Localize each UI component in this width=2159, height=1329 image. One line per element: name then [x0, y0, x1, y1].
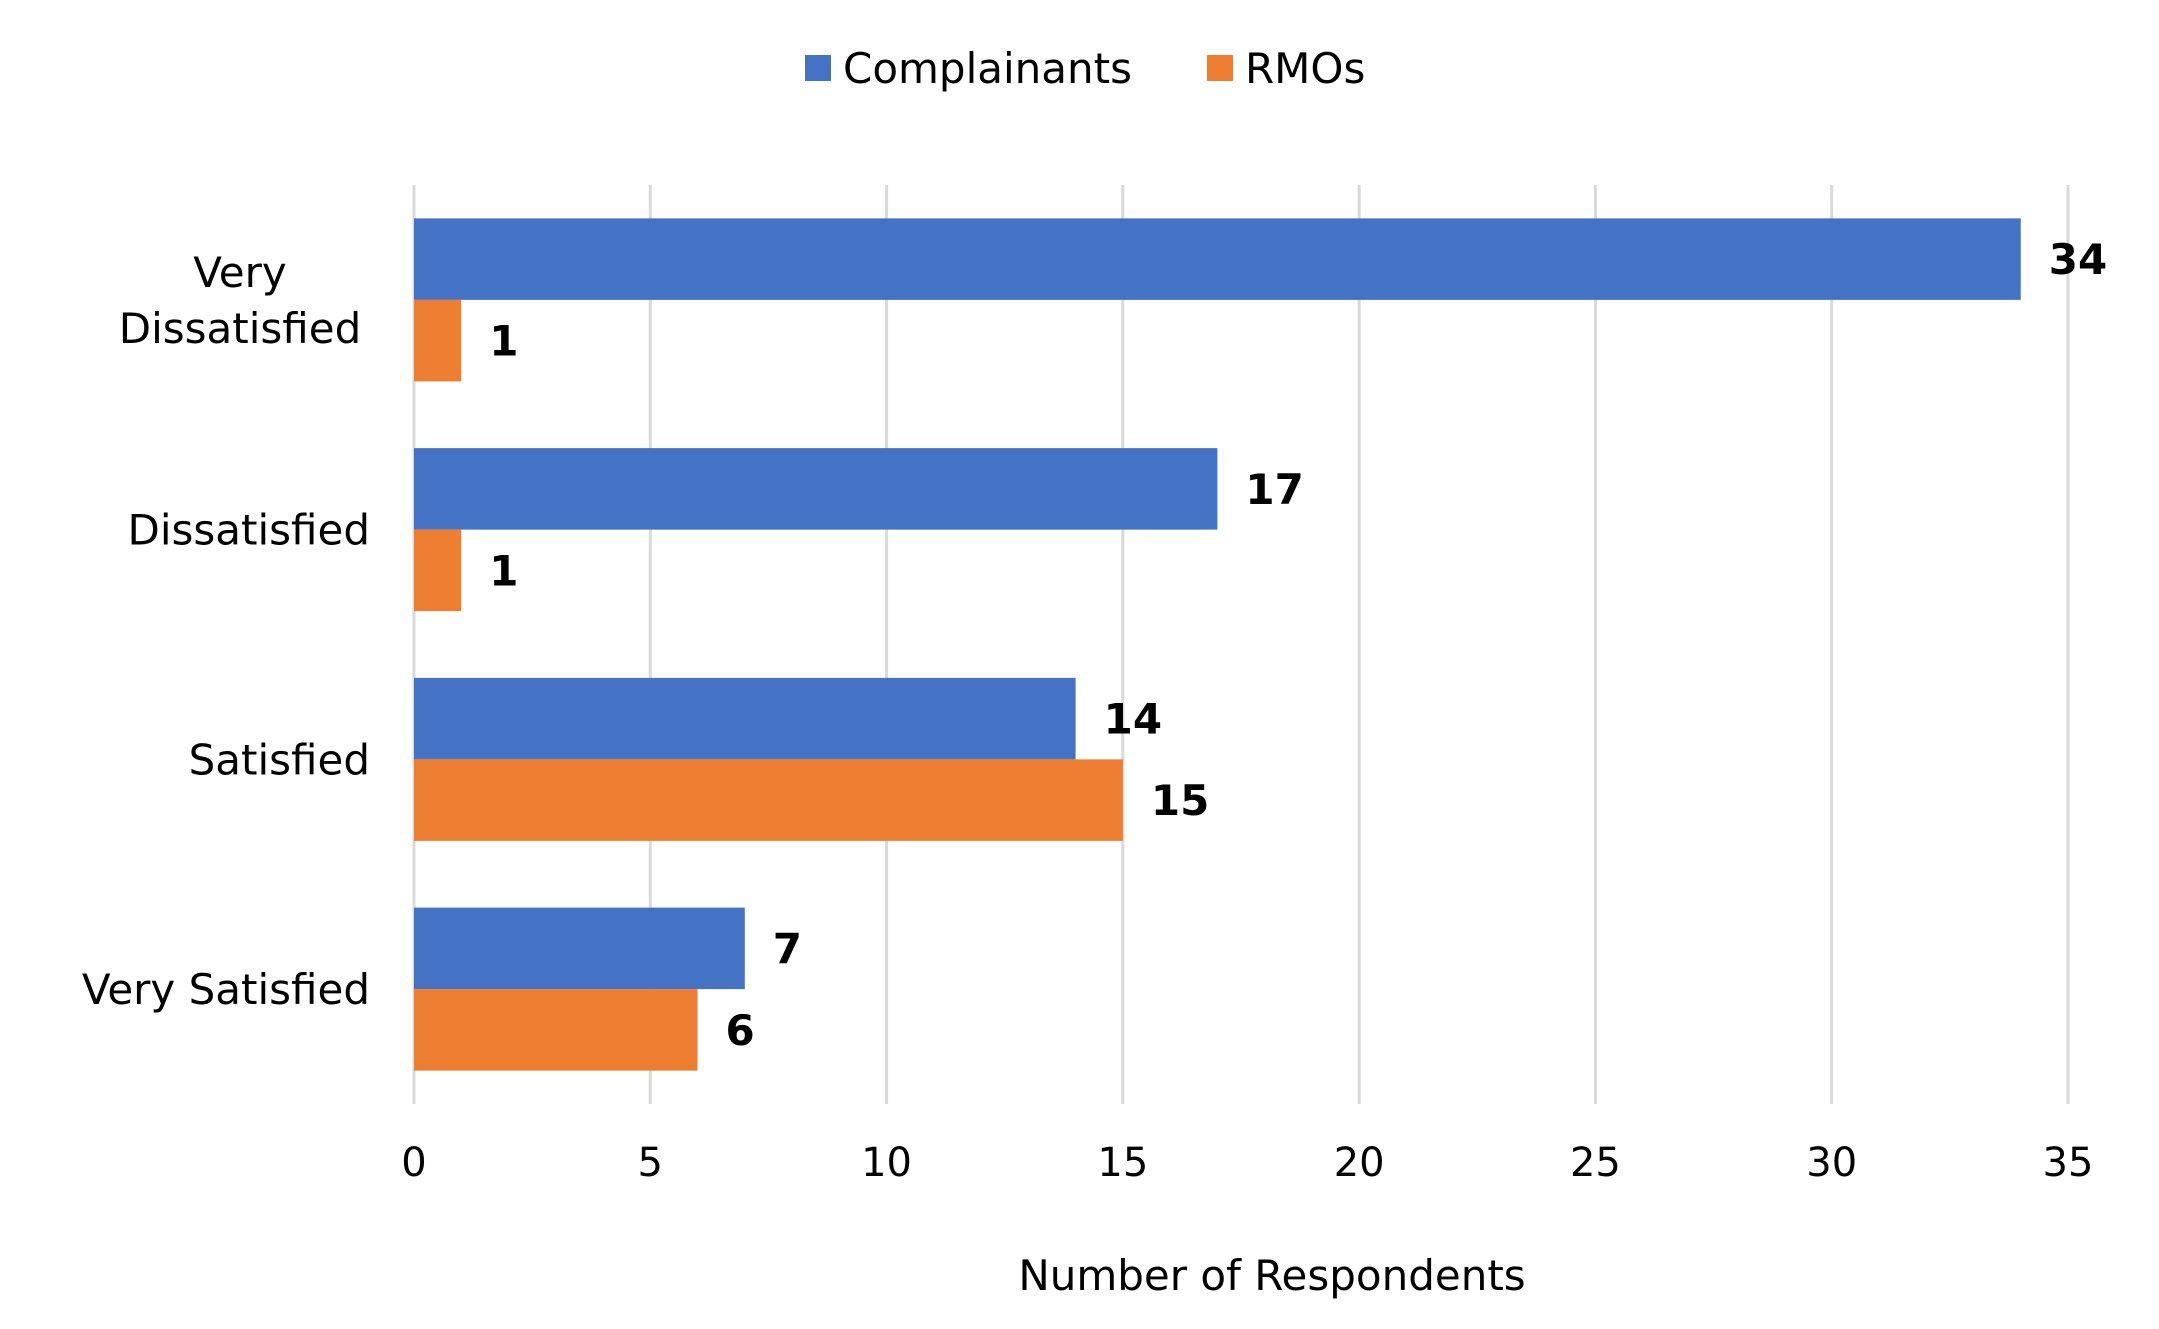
data-label: 6 [726, 1006, 755, 1055]
category-label: Satisfied [189, 735, 370, 784]
legend-label-rmos: RMOs [1245, 44, 1365, 93]
bar-complainants [414, 907, 745, 990]
x-tick-label: 10 [861, 1140, 912, 1186]
data-label: 34 [2049, 235, 2107, 284]
bar-rmos [414, 299, 462, 382]
bar-chart: 34 1 17 1 14 15 76 0 5 10 15 20 25 30 35 Very Dissatis… [82, 44, 2107, 1300]
bar-rmos [414, 529, 462, 612]
category-label: Very Satisfied [82, 965, 370, 1014]
bar-complainants [414, 677, 1076, 760]
x-tick-label: 25 [1570, 1140, 1621, 1186]
data-label: 14 [1104, 695, 1162, 744]
legend-swatch-complainants [805, 55, 831, 81]
category-label: Dissatisfied [128, 506, 370, 555]
x-tick-label: 15 [1097, 1140, 1148, 1186]
bar-rmos [414, 759, 1123, 841]
category-label: Very [193, 248, 286, 297]
legend: Complainants RMOs [805, 44, 1365, 93]
x-tick-label: 5 [638, 1140, 663, 1186]
data-label: 1 [489, 317, 518, 366]
x-tick-label: 20 [1334, 1140, 1385, 1186]
data-label: 17 [1245, 465, 1303, 514]
x-axis-title: Number of Respondents [1018, 1251, 1525, 1300]
bar-complainants [414, 218, 2021, 300]
bar-complainants [414, 448, 1218, 530]
legend-label-complainants: Complainants [843, 44, 1132, 93]
bars [414, 218, 2021, 1071]
data-label: 7 [773, 924, 802, 973]
data-label: 1 [489, 546, 518, 595]
x-axis-ticks: 0 5 10 15 20 25 30 35 [401, 1140, 2093, 1186]
x-tick-label: 30 [1806, 1140, 1857, 1186]
bar-rmos [414, 989, 698, 1071]
x-tick-label: 35 [2043, 1140, 2094, 1186]
x-tick-label: 0 [401, 1140, 426, 1186]
y-axis-categories: Very Dissatisfied Dissatisfied Satisfied Ver… [82, 248, 370, 1014]
category-label: Dissatisfied [119, 304, 361, 353]
data-label: 15 [1151, 776, 1209, 825]
legend-swatch-rmos [1207, 55, 1233, 81]
